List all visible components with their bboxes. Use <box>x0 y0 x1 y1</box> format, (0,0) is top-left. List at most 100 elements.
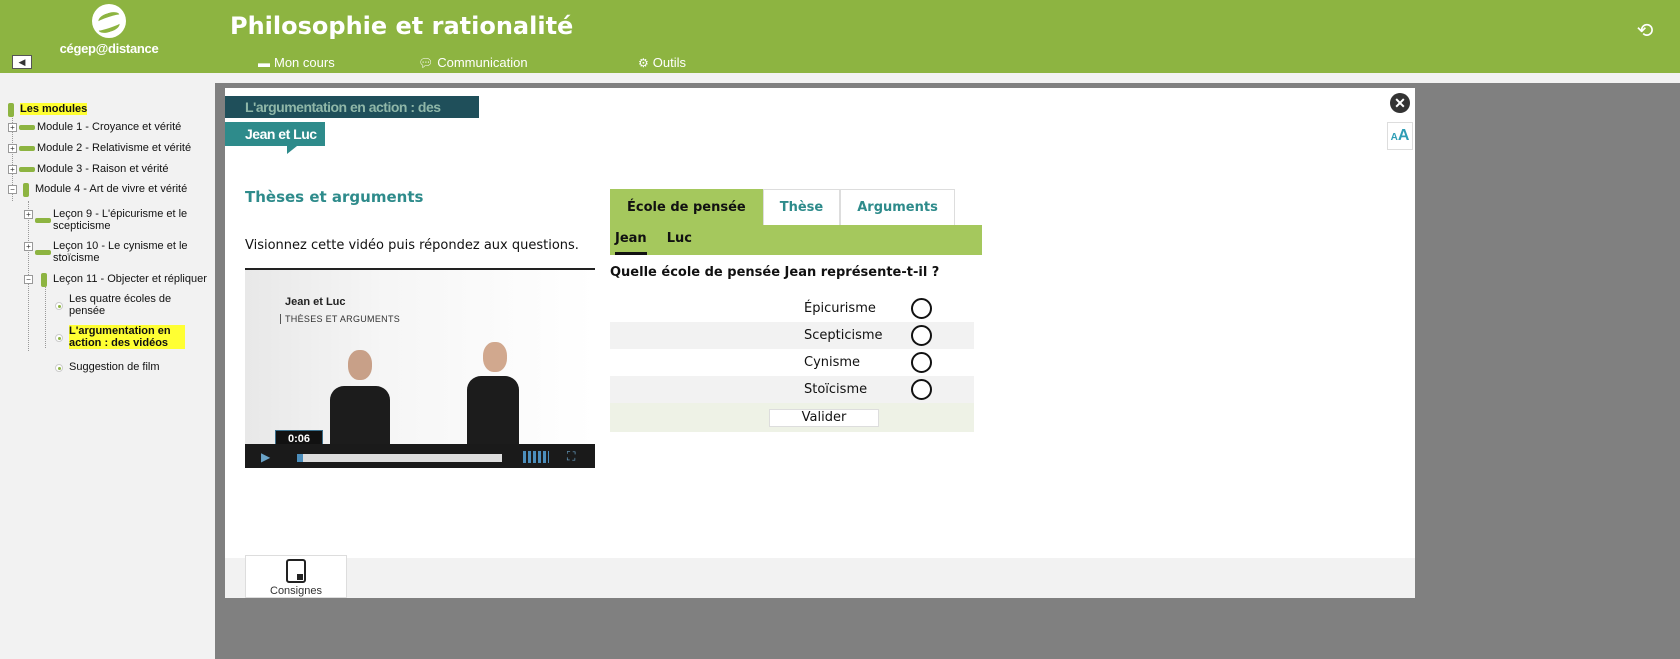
top-header: cégep@distance ◀ Philosophie et rational… <box>0 0 1680 73</box>
page-icon <box>55 334 63 342</box>
option-radio[interactable] <box>911 352 932 373</box>
nav-outils[interactable]: ⚙ Outils <box>638 55 686 70</box>
tab-arguments[interactable]: Arguments <box>840 189 955 225</box>
folder-icon <box>35 218 51 223</box>
collapse-icon[interactable]: − <box>24 275 33 284</box>
folder-open-icon <box>41 273 47 287</box>
video-progress-fill <box>297 454 304 462</box>
tree-connector <box>45 278 46 348</box>
video-controls: ▶ ⛶ <box>245 444 595 468</box>
expand-icon[interactable]: + <box>8 144 17 153</box>
page-icon <box>55 364 63 372</box>
close-button[interactable]: ✕ <box>1387 90 1413 116</box>
book-icon: ▬ <box>258 55 270 70</box>
tree-label: Leçon 10 - Le cynisme et le stoïcisme <box>53 240 188 264</box>
expand-icon[interactable]: + <box>8 123 17 132</box>
logo-mark-icon <box>92 4 126 38</box>
folder-open-icon <box>23 183 29 197</box>
panel-footer <box>225 558 1415 598</box>
close-icon: ✕ <box>1390 93 1410 113</box>
tree-page-ecoles[interactable]: Les quatre écoles de pensée <box>55 293 185 317</box>
option-radio[interactable] <box>911 379 932 400</box>
expand-icon[interactable]: + <box>8 165 17 174</box>
tree-lesson-9[interactable]: + Leçon 9 - L'épicurisme et le scepticis… <box>24 208 194 232</box>
option-row[interactable]: Scepticisme <box>610 322 974 349</box>
person-subtabs: Jean Luc <box>610 225 982 255</box>
tree-label: Suggestion de film <box>69 361 160 373</box>
fullscreen-icon[interactable]: ⛶ <box>567 449 575 464</box>
tree-module-1[interactable]: + Module 1 - Croyance et vérité <box>8 121 181 133</box>
tree-label-current: L'argumentation en action : des vidéos <box>69 325 185 349</box>
tree-module-4[interactable]: − Module 4 - Art de vivre et vérité <box>8 183 187 197</box>
tree-label: Module 2 - Relativisme et vérité <box>37 142 192 154</box>
course-tree: Les modules + Module 1 - Croyance et vér… <box>0 73 215 659</box>
nav-mon-cours[interactable]: ▬ Mon cours <box>258 55 335 70</box>
expand-icon[interactable]: + <box>24 210 33 219</box>
tree-label: Les quatre écoles de pensée <box>69 293 172 317</box>
tree-root-modules[interactable]: Les modules <box>8 103 88 117</box>
collapse-sidebar-button[interactable]: ◀ <box>12 55 32 69</box>
video-subtitle: THÈSES ET ARGUMENTS <box>280 314 400 324</box>
quiz-question: Quelle école de pensée Jean représente-t… <box>610 265 940 280</box>
tree-lesson-11[interactable]: − Leçon 11 - Objecter et répliquer <box>24 273 207 287</box>
option-radio[interactable] <box>911 325 932 346</box>
tree-page-film[interactable]: Suggestion de film <box>55 361 160 373</box>
tab-ecole-de-pensee[interactable]: École de pensée <box>610 189 763 225</box>
folder-icon <box>35 250 51 255</box>
option-row[interactable]: Stoïcisme <box>610 376 974 403</box>
gear-icon: ⚙ <box>638 55 649 70</box>
subtab-jean[interactable]: Jean <box>615 225 647 255</box>
play-icon[interactable]: ▶ <box>261 450 270 464</box>
quiz-tabs: École de pensée Thèse Arguments <box>610 189 982 225</box>
cegep-logo[interactable]: cégep@distance <box>50 4 168 58</box>
tree-module-3[interactable]: + Module 3 - Raison et vérité <box>8 163 168 175</box>
tree-label: Leçon 11 - Objecter et répliquer <box>53 273 207 285</box>
option-label: Stoïcisme <box>804 382 868 397</box>
expand-icon[interactable]: + <box>24 242 33 251</box>
nav-communication[interactable]: 💬︎ Communication <box>418 55 528 70</box>
video-tag: Jean et Luc <box>225 122 325 154</box>
tree-label: Module 3 - Raison et vérité <box>37 163 169 175</box>
font-size-button[interactable]: AA <box>1387 122 1413 150</box>
volume-icon[interactable] <box>523 451 549 463</box>
tree-page-argumentation[interactable]: L'argumentation en action : des vidéos <box>55 325 185 349</box>
collapse-icon[interactable]: − <box>8 185 17 194</box>
tree-label: Leçon 9 - L'épicurisme et le scepticisme <box>53 208 188 232</box>
page-icon <box>55 302 63 310</box>
tree-module-2[interactable]: + Module 2 - Relativisme et vérité <box>8 142 191 154</box>
page-banner: L'argumentation en action : des vidéos <box>225 96 479 137</box>
option-row[interactable]: Cynisme <box>610 349 974 376</box>
tree-lesson-10[interactable]: + Leçon 10 - Le cynisme et le stoïcisme <box>24 240 194 264</box>
tab-these[interactable]: Thèse <box>762 189 841 225</box>
folder-icon <box>19 167 35 172</box>
logo-text: cégep@distance <box>59 41 159 56</box>
tree-label: Module 1 - Croyance et vérité <box>37 121 182 133</box>
document-icon <box>286 559 306 583</box>
folder-icon <box>19 125 35 130</box>
section-title: Thèses et arguments <box>245 188 424 206</box>
chat-bubble-icon: 💬︎ <box>418 55 434 70</box>
tree-label: Module 4 - Art de vivre et vérité <box>35 183 188 195</box>
option-radio[interactable] <box>911 298 932 319</box>
subtab-luc[interactable]: Luc <box>667 225 692 255</box>
instruction-text: Visionnez cette vidéo puis répondez aux … <box>245 238 579 253</box>
video-seek-bar[interactable] <box>297 454 502 462</box>
nav-label: Outils <box>652 55 686 70</box>
option-row[interactable]: Épicurisme <box>610 295 974 322</box>
consignes-button[interactable]: Consignes <box>245 555 347 598</box>
consignes-label: Consignes <box>270 585 322 597</box>
nav-label: Mon cours <box>274 55 335 70</box>
validate-row: Valider <box>610 403 974 432</box>
video-player[interactable]: Jean et Luc THÈSES ET ARGUMENTS 0:06 ▶ ⛶ <box>245 268 595 468</box>
option-label: Scepticisme <box>804 328 883 343</box>
option-label: Épicurisme <box>804 301 876 316</box>
refresh-icon[interactable]: ⟲ <box>1634 20 1656 42</box>
nav-label: Communication <box>437 55 528 70</box>
validate-button[interactable]: Valider <box>769 409 879 427</box>
folder-icon <box>19 146 35 151</box>
video-title: Jean et Luc <box>285 296 346 308</box>
folder-open-icon <box>8 103 14 117</box>
tree-label: Les modules <box>20 103 88 115</box>
answer-options: Épicurisme Scepticisme Cynisme Stoïcisme <box>610 295 974 403</box>
course-title: Philosophie et rationalité <box>230 12 574 40</box>
